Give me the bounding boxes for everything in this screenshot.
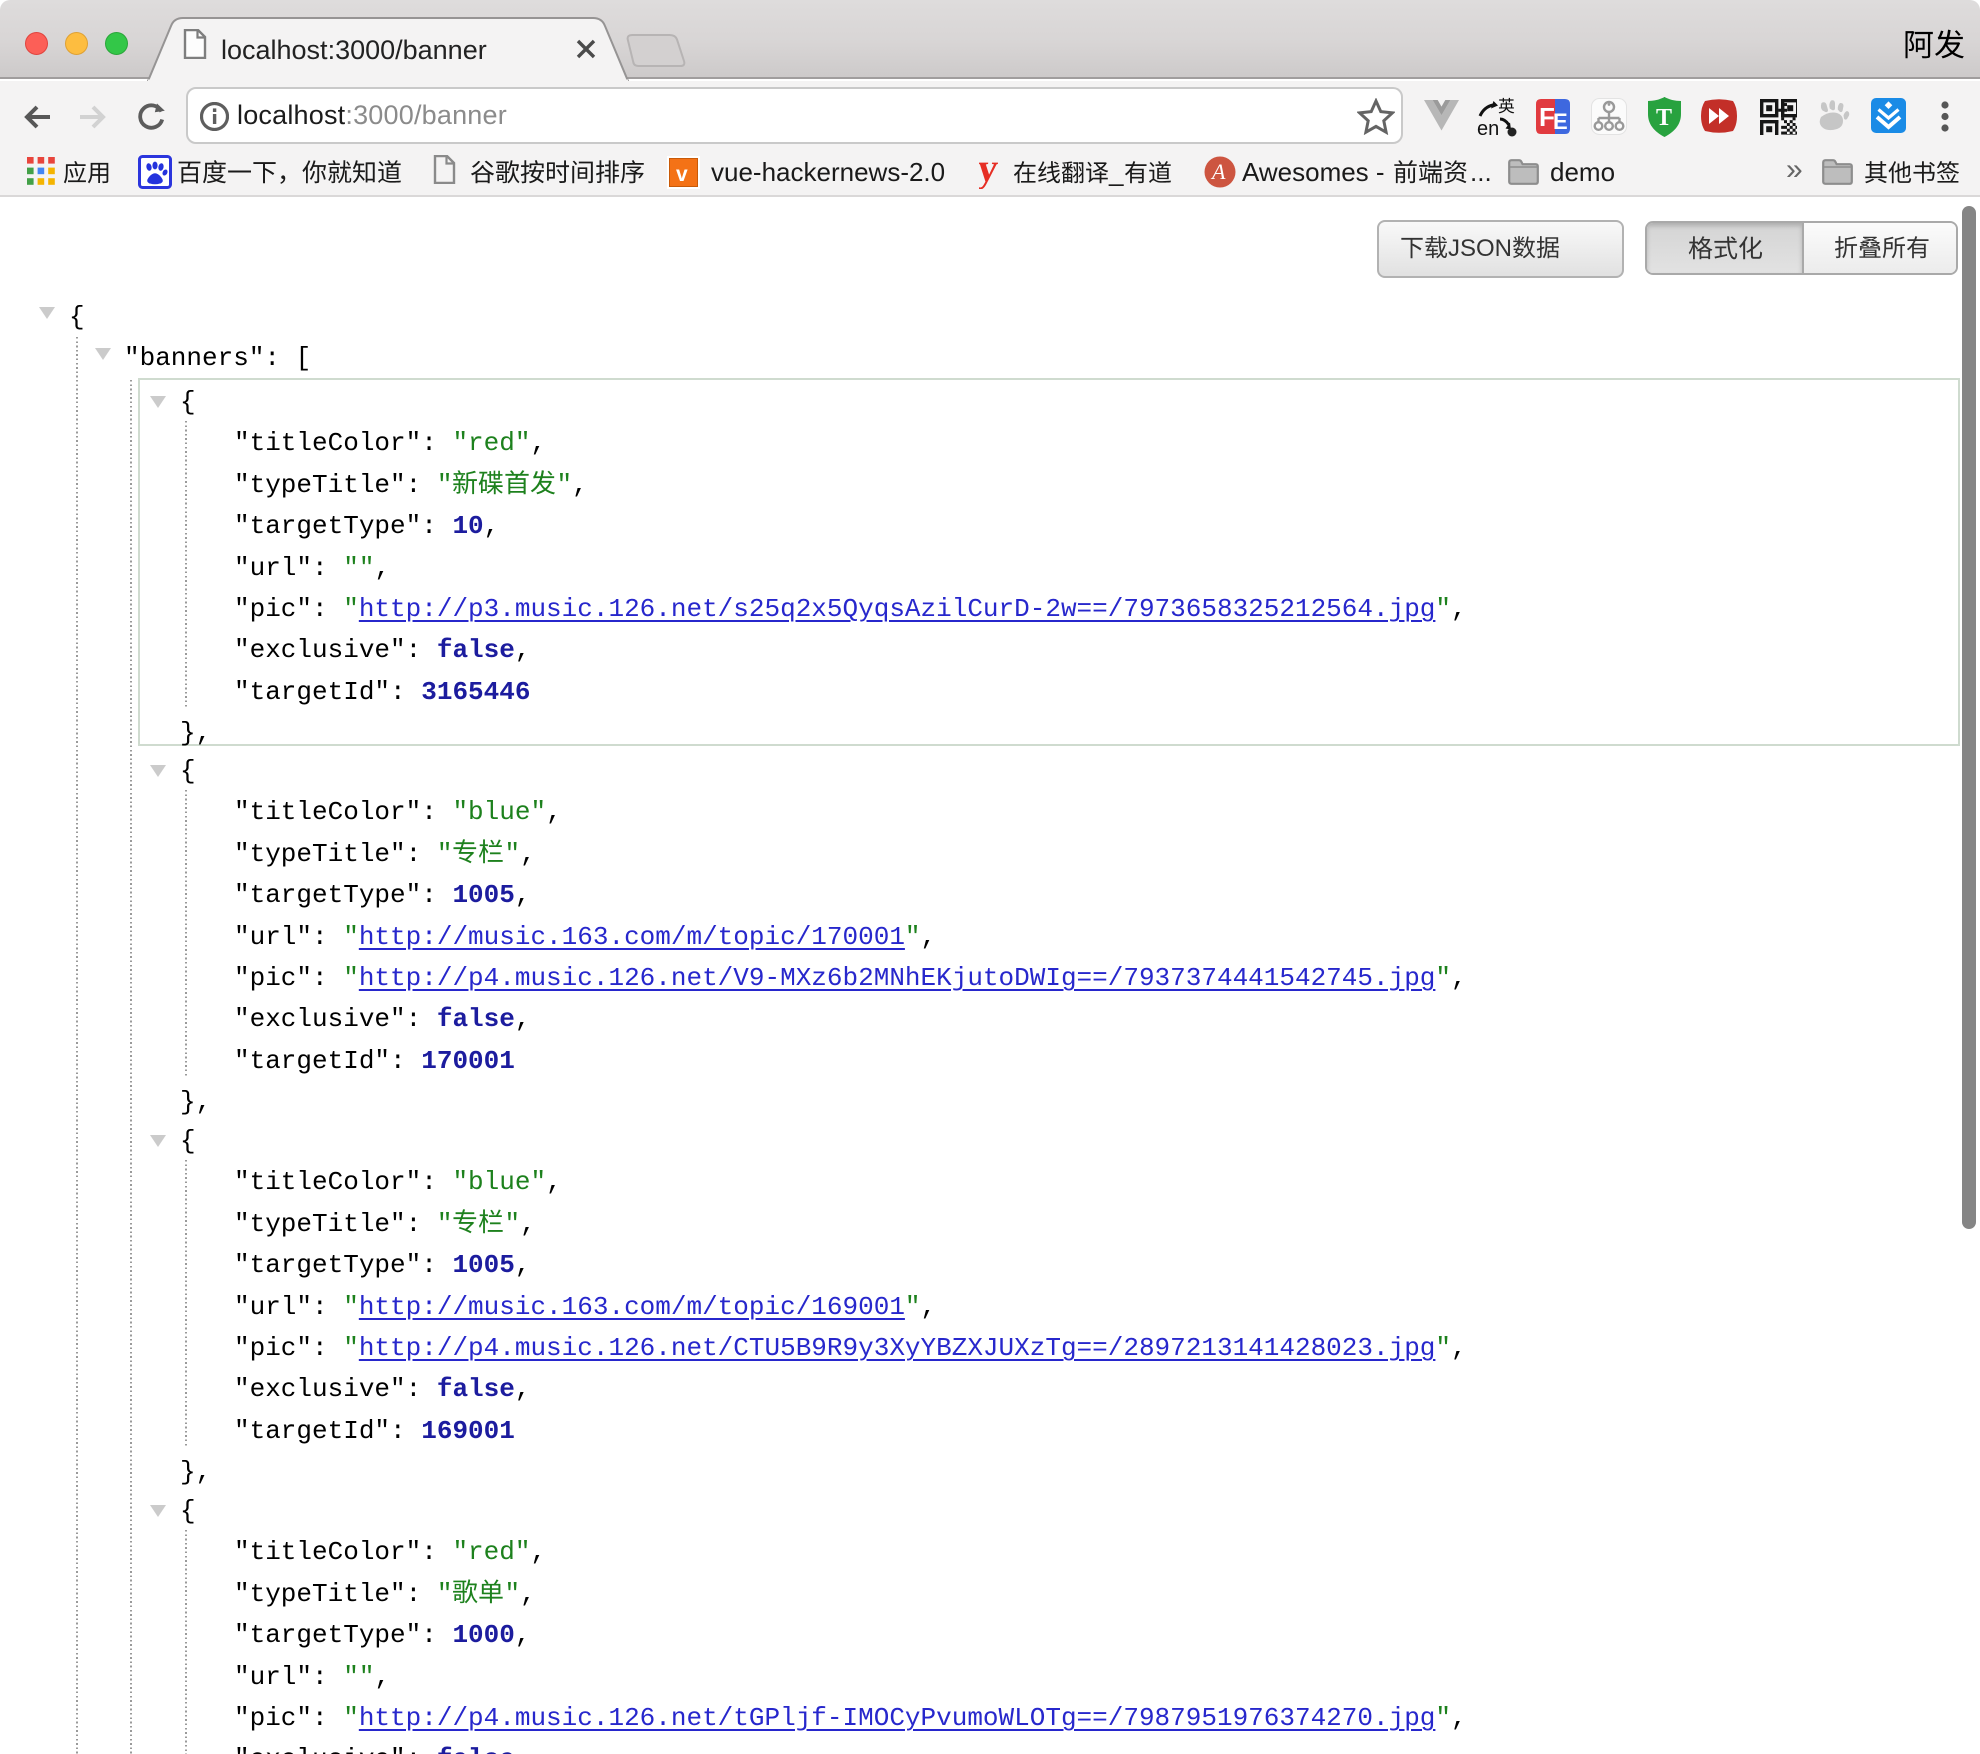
- svg-text:T: T: [1656, 105, 1672, 131]
- svg-text:v: v: [676, 163, 688, 186]
- svg-text:y: y: [979, 157, 1000, 189]
- svg-text:A: A: [1210, 159, 1226, 184]
- svg-text:en: en: [1477, 118, 1499, 137]
- svg-text:E: E: [1553, 109, 1568, 134]
